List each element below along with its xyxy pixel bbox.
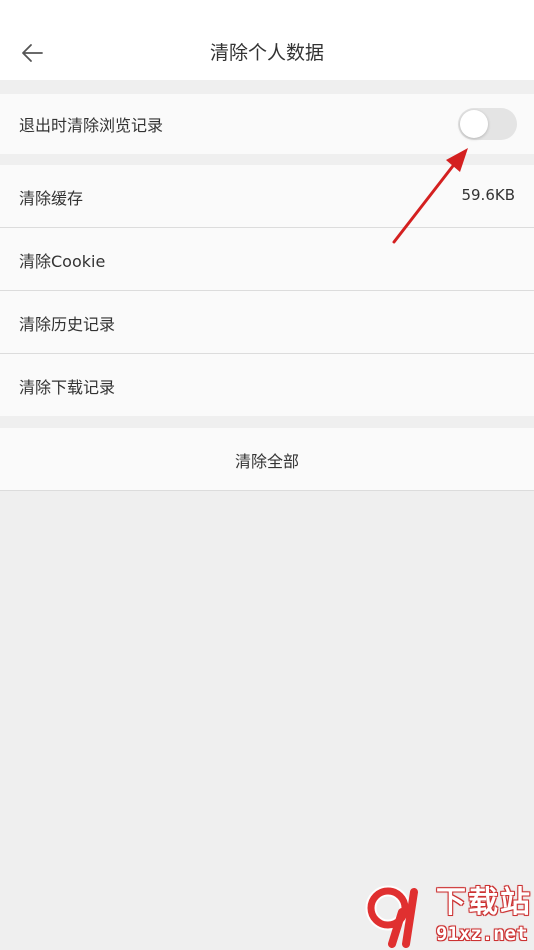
clear-downloads-label: 清除下载记录 [19,378,116,397]
clear-cookie-label: 清除Cookie [19,252,106,271]
watermark-domain: 91xz.net [436,923,528,945]
clear-on-exit-label: 退出时清除浏览记录 [19,116,164,135]
watermark-title: 下载站 [436,885,532,920]
clear-all-label: 清除全部 [234,452,299,471]
divider [0,490,534,491]
clear-history-label: 清除历史记录 [19,315,116,334]
watermark: 下载站 91xz.net [356,882,534,950]
clear-downloads-row[interactable]: 清除下载记录 [0,354,534,416]
annotation-arrow-icon [392,148,468,244]
toggle-knob [460,110,488,138]
clear-history-row[interactable]: 清除历史记录 [0,291,534,353]
watermark-logo-icon [365,885,418,948]
clear-cache-label: 清除缓存 [19,189,84,208]
clear-all-button[interactable]: 清除全部 [0,428,534,490]
clear-on-exit-toggle[interactable] [458,108,517,140]
page-title: 清除个人数据 [209,42,324,64]
top-app-bar: 清除个人数据 [0,0,534,80]
